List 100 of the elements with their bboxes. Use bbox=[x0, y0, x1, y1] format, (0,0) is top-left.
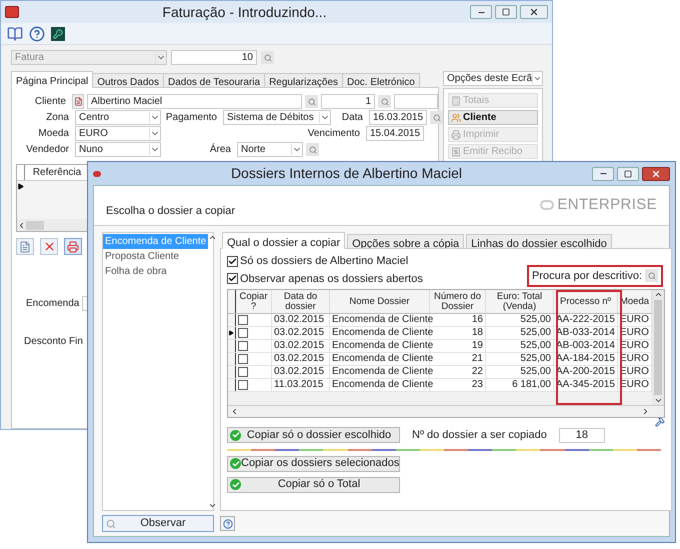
tab[interactable]: Página Principal bbox=[11, 71, 94, 88]
screen-options-select[interactable]: Opções deste Ecrã bbox=[443, 71, 543, 86]
scroll-left-icon[interactable] bbox=[230, 407, 239, 416]
logo-icon bbox=[540, 200, 554, 210]
client-number-field[interactable]: 1 bbox=[321, 94, 375, 109]
checkbox[interactable] bbox=[238, 328, 248, 338]
help-icon[interactable] bbox=[29, 26, 45, 42]
copy-selected-button[interactable]: Copiar os dossiers selecionados bbox=[227, 456, 400, 472]
dossier-number-field[interactable]: 18 bbox=[558, 428, 605, 443]
field-label: Desconto Fin bbox=[24, 335, 83, 349]
checkbox[interactable] bbox=[238, 367, 248, 377]
observe-button[interactable]: Observar bbox=[102, 515, 214, 532]
option-icon bbox=[451, 112, 461, 122]
chevron-icon bbox=[532, 73, 542, 84]
list-item[interactable]: Proposta Cliente bbox=[103, 249, 208, 264]
checkbox[interactable] bbox=[227, 256, 238, 267]
close-icon bbox=[651, 168, 661, 178]
field-label: Nº do dossier a ser copiado bbox=[412, 428, 547, 443]
search-button[interactable] bbox=[261, 51, 274, 64]
field-label: Área bbox=[208, 142, 232, 157]
copy-chosen-button[interactable]: Copiar só o dossier escolhido bbox=[227, 427, 400, 444]
table-cell: 03.02.2015 bbox=[272, 340, 330, 352]
table-cell: 6 181,00 bbox=[486, 379, 554, 391]
tab[interactable]: Outros Dados bbox=[92, 73, 164, 88]
column-header: Nome Dossier bbox=[330, 290, 430, 313]
list-item[interactable]: Folha de obra bbox=[103, 264, 208, 279]
maximize-button[interactable] bbox=[495, 5, 517, 19]
check-circle-icon bbox=[230, 458, 241, 469]
checkbox[interactable] bbox=[238, 315, 248, 325]
date-field[interactable]: 16.03.2015 bbox=[369, 110, 427, 125]
checkbox[interactable] bbox=[227, 273, 238, 284]
book-icon[interactable] bbox=[7, 26, 23, 42]
close-button[interactable] bbox=[642, 166, 670, 180]
vendedor-select[interactable]: Nuno bbox=[75, 142, 161, 157]
tab[interactable]: Regularizações bbox=[264, 73, 344, 88]
tab[interactable]: Linhas do dossier escolhido bbox=[466, 234, 612, 249]
empty-field[interactable] bbox=[394, 94, 438, 109]
table-cell: AA-200-2015 bbox=[554, 366, 618, 378]
chevron-icon bbox=[149, 112, 160, 123]
table-cell: AB-003-2014 bbox=[554, 340, 618, 352]
scroll-down-icon[interactable] bbox=[208, 501, 218, 510]
scroll-down-icon[interactable] bbox=[654, 396, 662, 405]
table-cell: AA-184-2015 bbox=[554, 353, 618, 365]
search-icon bbox=[380, 98, 388, 106]
search-icon bbox=[308, 146, 316, 154]
copy-total-button[interactable]: Copiar só o Total bbox=[227, 476, 400, 492]
chevron-icon bbox=[149, 144, 160, 155]
table-cell: 525,00 bbox=[486, 314, 554, 326]
column-header: Data do dossier bbox=[272, 290, 330, 313]
pagamento-select[interactable]: Sistema de Débitos bbox=[223, 110, 331, 125]
close-button[interactable] bbox=[520, 5, 548, 19]
tab[interactable]: Dados de Tesouraria bbox=[162, 73, 266, 88]
tab[interactable]: Opções sobre a cópia bbox=[347, 234, 464, 249]
search-icon bbox=[648, 272, 656, 280]
logo-text: ENTERPRISE bbox=[557, 195, 657, 215]
checkbox[interactable] bbox=[238, 380, 248, 390]
due-date-field[interactable]: 15.04.2015 bbox=[366, 126, 424, 141]
scroll-thumb[interactable] bbox=[654, 300, 662, 395]
tab[interactable]: Qual o dossier a copiar bbox=[222, 232, 346, 249]
client-name-field[interactable]: Albertino Maciel bbox=[87, 94, 302, 109]
maximize-icon bbox=[624, 170, 632, 178]
checkbox[interactable] bbox=[238, 354, 248, 364]
checkbox[interactable] bbox=[238, 341, 248, 351]
column-header: Copiar ? bbox=[236, 290, 272, 313]
option-button[interactable]: Cliente bbox=[448, 110, 538, 125]
scroll-right-icon[interactable] bbox=[641, 407, 650, 416]
moeda-select[interactable]: EURO bbox=[75, 126, 161, 141]
search-button[interactable] bbox=[306, 143, 319, 156]
search-icon bbox=[308, 98, 316, 106]
field-label: Vencimento bbox=[306, 127, 361, 141]
maximize-button[interactable] bbox=[617, 166, 639, 180]
scroll-up-icon[interactable] bbox=[654, 290, 662, 299]
document-number-field[interactable]: 10 bbox=[171, 50, 257, 65]
scroll-up-icon[interactable] bbox=[208, 233, 218, 242]
chevron-icon bbox=[155, 52, 166, 63]
app-icon bbox=[93, 170, 101, 176]
new-line-button[interactable] bbox=[16, 238, 34, 255]
search-button[interactable] bbox=[305, 95, 318, 108]
search-button[interactable] bbox=[645, 269, 658, 282]
key-icon[interactable] bbox=[51, 26, 65, 40]
column-header: Número do Dossier bbox=[430, 290, 486, 313]
column-header: Referência bbox=[32, 166, 82, 180]
zona-select[interactable]: Centro bbox=[75, 110, 161, 125]
grid-settings-icon[interactable] bbox=[655, 417, 665, 427]
table-cell: 03.02.2015 bbox=[272, 366, 330, 378]
area-select[interactable]: Norte bbox=[237, 142, 303, 157]
search-icon bbox=[264, 54, 272, 62]
help-button[interactable] bbox=[220, 516, 235, 531]
delete-line-button[interactable] bbox=[40, 238, 58, 255]
close-icon bbox=[529, 7, 539, 17]
copy-dossier-button[interactable] bbox=[64, 238, 82, 255]
search-button[interactable] bbox=[430, 111, 443, 124]
table-cell: AA-222-2015 bbox=[554, 314, 618, 326]
checkbox-label: Observar apenas os dossiers abertos bbox=[240, 272, 423, 286]
scroll-thumb[interactable] bbox=[26, 220, 44, 230]
scroll-left-icon[interactable] bbox=[17, 220, 26, 230]
field-label: Zona bbox=[45, 111, 70, 125]
client-card-button[interactable] bbox=[72, 94, 84, 109]
search-button[interactable] bbox=[378, 95, 391, 108]
tab[interactable]: Doc. Eletrónico bbox=[342, 73, 420, 88]
